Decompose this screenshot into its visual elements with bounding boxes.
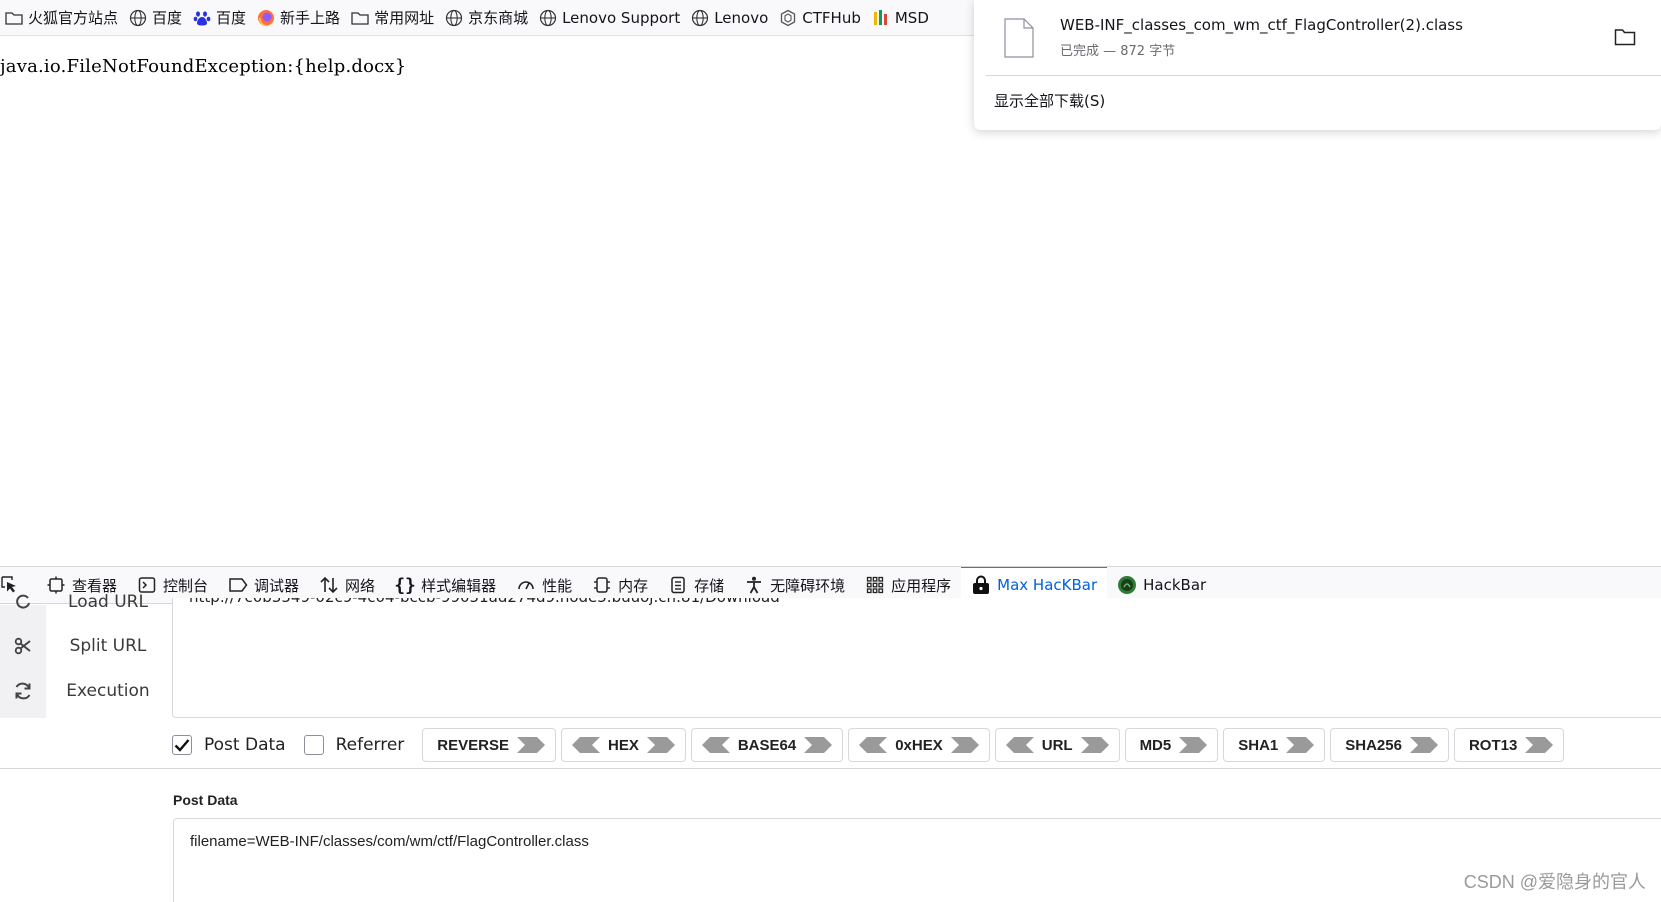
bookmark-lenovo[interactable]: Lenovo [688, 4, 776, 32]
page-error-text: java.io.FileNotFoundException:{help.docx… [0, 56, 407, 77]
arrow-right-icon [1079, 735, 1111, 755]
0xhex-button[interactable]: 0xHEX [848, 728, 990, 762]
arrow-right-icon [1177, 735, 1209, 755]
hackbar-options-row: Post Data Referrer REVERSE HEX BASE64 0x… [172, 727, 1569, 763]
post-data-label: Post Data [173, 792, 238, 808]
arrow-right-icon [515, 735, 547, 755]
arrow-right-icon [1284, 735, 1316, 755]
bookmark-ctfhub[interactable]: CTFHub [776, 4, 869, 32]
scissors-icon [0, 637, 46, 655]
performance-icon [516, 575, 536, 595]
open-folder-icon[interactable] [1614, 28, 1636, 50]
hackbar-icon [1117, 575, 1137, 595]
arrow-right-icon [1408, 735, 1440, 755]
bookmark-huohu[interactable]: 火狐官方站点 [2, 4, 126, 32]
refresh-icon [0, 681, 46, 701]
arrow-right-icon [645, 735, 677, 755]
post-data-textarea[interactable]: filename=WEB-INF/classes/com/wm/ctf/Flag… [173, 818, 1661, 902]
download-status: 已完成 — 872 字节 [1060, 44, 1176, 59]
globe-icon [444, 8, 464, 28]
post-data-value: filename=WEB-INF/classes/com/wm/ctf/Flag… [190, 833, 589, 850]
globe-icon [690, 8, 710, 28]
arrow-left-icon [857, 735, 889, 755]
md5-button[interactable]: MD5 [1124, 728, 1219, 762]
reverse-button[interactable]: REVERSE [422, 728, 556, 762]
bookmark-lenovo-support[interactable]: Lenovo Support [536, 4, 688, 32]
storage-icon [668, 575, 688, 595]
ctfhub-icon [778, 8, 798, 28]
load-url-button[interactable]: Load URL [0, 582, 170, 622]
arrow-left-icon [570, 735, 602, 755]
arrow-right-icon [802, 735, 834, 755]
file-icon [1004, 18, 1034, 62]
arrow-right-icon [1523, 735, 1555, 755]
accessibility-icon [744, 575, 764, 595]
rot13-button[interactable]: ROT13 [1453, 728, 1565, 762]
max-hackbar-icon [971, 575, 991, 595]
bookmark-msd[interactable]: MSD [869, 4, 937, 32]
baidu-paw-icon [192, 8, 212, 28]
download-item[interactable]: WEB-INF_classes_com_wm_ctf_FlagControlle… [994, 14, 1644, 64]
bookmark-xinshou[interactable]: 新手上路 [254, 4, 348, 32]
url-value: http://7c0b3549-02c9-4c04-bccb-99051ad27… [189, 598, 780, 606]
hex-button[interactable]: HEX [561, 728, 686, 762]
watermark: CSDN @爱隐身的官人 [1463, 872, 1646, 892]
execution-button[interactable]: Execution [0, 671, 170, 711]
load-icon [0, 593, 46, 611]
debugger-icon [228, 575, 248, 595]
application-icon [865, 575, 885, 595]
globe-icon [538, 8, 558, 28]
bookmark-baidu-2[interactable]: 百度 [190, 4, 254, 32]
base64-button[interactable]: BASE64 [690, 728, 844, 762]
firefox-icon [256, 8, 276, 28]
download-filename: WEB-INF_classes_com_wm_ctf_FlagControlle… [1060, 16, 1463, 34]
folder-icon [4, 8, 24, 28]
memory-icon [592, 575, 612, 595]
bookmark-baidu-1[interactable]: 百度 [126, 4, 190, 32]
section-divider [0, 768, 1661, 769]
bookmark-jd[interactable]: 京东商城 [442, 4, 536, 32]
checkbox-unchecked[interactable] [303, 735, 324, 755]
globe-icon [128, 8, 148, 28]
sha256-button[interactable]: SHA256 [1330, 728, 1449, 762]
sha1-button[interactable]: SHA1 [1223, 728, 1326, 762]
msd-icon [871, 8, 891, 28]
post-data-checkbox[interactable]: Post Data [172, 735, 286, 755]
arrow-right-icon [949, 735, 981, 755]
style-editor-icon: {} [394, 574, 416, 596]
downloads-separator [986, 75, 1661, 76]
network-icon [319, 575, 339, 595]
url-textarea[interactable]: http://7c0b3549-02c9-4c04-bccb-99051ad27… [172, 598, 1661, 718]
referrer-checkbox[interactable]: Referrer [303, 735, 404, 755]
show-all-downloads[interactable]: 显示全部下载(S) [994, 90, 1105, 111]
checkbox-checked[interactable] [172, 735, 192, 755]
split-url-button[interactable]: Split URL [0, 626, 170, 666]
arrow-left-icon [700, 735, 732, 755]
url-encode-button[interactable]: URL [994, 728, 1120, 762]
downloads-panel: WEB-INF_classes_com_wm_ctf_FlagControlle… [974, 0, 1661, 130]
folder-icon [350, 8, 370, 28]
bookmark-changyong[interactable]: 常用网址 [348, 4, 442, 32]
arrow-left-icon [1004, 735, 1036, 755]
